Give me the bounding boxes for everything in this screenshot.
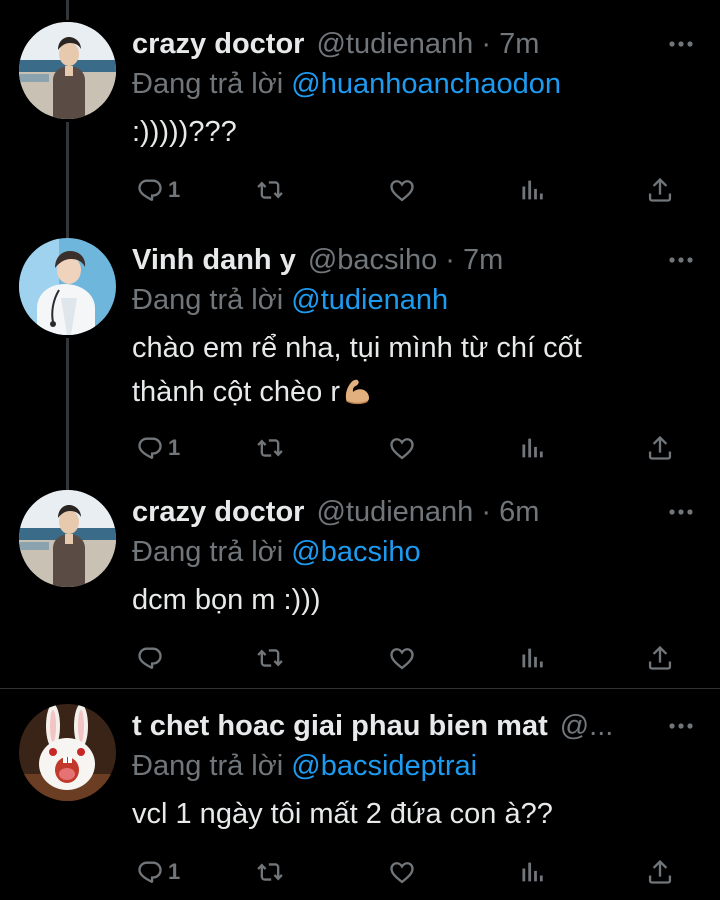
avatar-rabbit-image bbox=[19, 704, 116, 801]
tweet-header: crazy doctor @tudienanh · 7m bbox=[132, 22, 690, 66]
mention-link[interactable]: @bacsideptrai bbox=[291, 750, 477, 782]
reply-icon bbox=[136, 176, 164, 204]
share-icon bbox=[646, 644, 674, 672]
retweet-icon bbox=[256, 176, 284, 204]
share-button[interactable] bbox=[646, 852, 674, 892]
tweet[interactable]: t chet hoac giai phau bien mat @... Đang … bbox=[0, 704, 720, 900]
more-options-icon[interactable] bbox=[668, 502, 694, 522]
replying-to-label: Đang trả lời bbox=[132, 750, 292, 782]
reply-count: 1 bbox=[168, 859, 181, 884]
avatar[interactable] bbox=[19, 22, 116, 119]
like-button[interactable] bbox=[388, 428, 416, 468]
tweet-actions: 1 bbox=[132, 852, 692, 892]
share-button[interactable] bbox=[646, 170, 674, 210]
views-button[interactable] bbox=[518, 428, 546, 468]
reply-icon bbox=[136, 858, 164, 886]
author-name[interactable]: t chet hoac giai phau bien mat bbox=[132, 710, 548, 742]
retweet-icon bbox=[256, 644, 284, 672]
replying-to: Đang trả lời @tudienanh bbox=[132, 278, 448, 322]
author-name[interactable]: crazy doctor bbox=[132, 496, 304, 528]
mention-link[interactable]: @bacsiho bbox=[291, 536, 420, 568]
tweet-actions bbox=[132, 638, 692, 678]
tweet-text: chào em rể nha, tụi mình từ chí cốt thàn… bbox=[132, 326, 692, 414]
views-icon bbox=[518, 644, 546, 672]
share-icon bbox=[646, 176, 674, 204]
like-button[interactable] bbox=[388, 170, 416, 210]
reply-count: 1 bbox=[168, 435, 181, 460]
more-options-icon[interactable] bbox=[668, 250, 694, 270]
avatar-crazy-doctor-image bbox=[19, 490, 116, 587]
replying-to-label: Đang trả lời bbox=[132, 536, 292, 568]
author-handle-time: @tudienanh · 7m bbox=[316, 28, 540, 60]
tweet-header: Vinh danh y @bacsiho · 7m bbox=[132, 238, 690, 282]
author-handle-time: @... bbox=[559, 710, 614, 742]
reply-button[interactable]: 1 bbox=[136, 428, 180, 468]
tweet-text: dcm bọn m :))) bbox=[132, 584, 321, 616]
author-handle-time: @tudienanh · 6m bbox=[316, 496, 540, 528]
author-name[interactable]: Vinh danh y bbox=[132, 244, 296, 276]
timeline: crazy doctor @tudienanh · 7m Đang trả lời… bbox=[0, 0, 720, 900]
tweet[interactable]: Vinh danh y @bacsiho · 7m Đang trả lời @t… bbox=[0, 238, 720, 468]
mention-link[interactable]: @tudienanh bbox=[291, 284, 448, 316]
reply-button[interactable]: 1 bbox=[136, 852, 180, 892]
replying-to-label: Đang trả lời bbox=[132, 284, 292, 316]
avatar-vinh-danh-y-image bbox=[19, 238, 116, 335]
reply-icon bbox=[136, 434, 164, 462]
retweet-button[interactable] bbox=[256, 170, 284, 210]
retweet-icon bbox=[256, 858, 284, 886]
flexed-biceps-icon bbox=[340, 373, 374, 407]
views-icon bbox=[518, 858, 546, 886]
avatar[interactable] bbox=[19, 704, 116, 801]
avatar[interactable] bbox=[19, 490, 116, 587]
tweet[interactable]: crazy doctor @tudienanh · 7m Đang trả lời… bbox=[0, 22, 720, 232]
tweet-text: :)))))??? bbox=[132, 116, 237, 148]
heart-icon bbox=[388, 434, 416, 462]
retweet-button[interactable] bbox=[256, 852, 284, 892]
replying-to: Đang trả lời @huanhoanchaodon bbox=[132, 62, 561, 106]
tweet-actions: 1 bbox=[132, 170, 692, 210]
tweet-text-line: chào em rể nha, tụi mình từ chí cốt bbox=[132, 332, 582, 364]
author-handle-time: @bacsiho · 7m bbox=[307, 244, 504, 276]
divider bbox=[0, 688, 720, 689]
tweet-actions: 1 bbox=[132, 428, 692, 468]
tweet-text-line: thành cột chèo r bbox=[132, 370, 692, 414]
views-button[interactable] bbox=[518, 852, 546, 892]
like-button[interactable] bbox=[388, 852, 416, 892]
thread-line bbox=[66, 0, 69, 20]
like-button[interactable] bbox=[388, 638, 416, 678]
tweet-text-line2: thành cột chèo r bbox=[132, 376, 340, 408]
replying-to-label: Đang trả lời bbox=[132, 68, 292, 100]
author-name[interactable]: crazy doctor bbox=[132, 28, 304, 60]
share-icon bbox=[646, 434, 674, 462]
replying-to: Đang trả lời @bacsideptrai bbox=[132, 744, 477, 788]
replying-to: Đang trả lời @bacsiho bbox=[132, 530, 421, 574]
views-icon bbox=[518, 176, 546, 204]
more-options-icon[interactable] bbox=[668, 716, 694, 736]
views-button[interactable] bbox=[518, 170, 546, 210]
share-icon bbox=[646, 858, 674, 886]
heart-icon bbox=[388, 644, 416, 672]
retweet-button[interactable] bbox=[256, 638, 284, 678]
heart-icon bbox=[388, 176, 416, 204]
retweet-icon bbox=[256, 434, 284, 462]
more-options-icon[interactable] bbox=[668, 34, 694, 54]
tweet-header: crazy doctor @tudienanh · 6m bbox=[132, 490, 690, 534]
views-button[interactable] bbox=[518, 638, 546, 678]
avatar-crazy-doctor-image bbox=[19, 22, 116, 119]
avatar[interactable] bbox=[19, 238, 116, 335]
tweet-text: vcl 1 ngày tôi mất 2 đứa con à?? bbox=[132, 798, 553, 830]
tweet-header: t chet hoac giai phau bien mat @... bbox=[132, 704, 650, 748]
heart-icon bbox=[388, 858, 416, 886]
tweet[interactable]: crazy doctor @tudienanh · 6m Đang trả lời… bbox=[0, 490, 720, 680]
retweet-button[interactable] bbox=[256, 428, 284, 468]
views-icon bbox=[518, 434, 546, 462]
mention-link[interactable]: @huanhoanchaodon bbox=[291, 68, 561, 100]
share-button[interactable] bbox=[646, 428, 674, 468]
share-button[interactable] bbox=[646, 638, 674, 678]
reply-button[interactable] bbox=[136, 638, 168, 678]
reply-count: 1 bbox=[168, 177, 181, 202]
reply-icon bbox=[136, 644, 164, 672]
reply-button[interactable]: 1 bbox=[136, 170, 180, 210]
